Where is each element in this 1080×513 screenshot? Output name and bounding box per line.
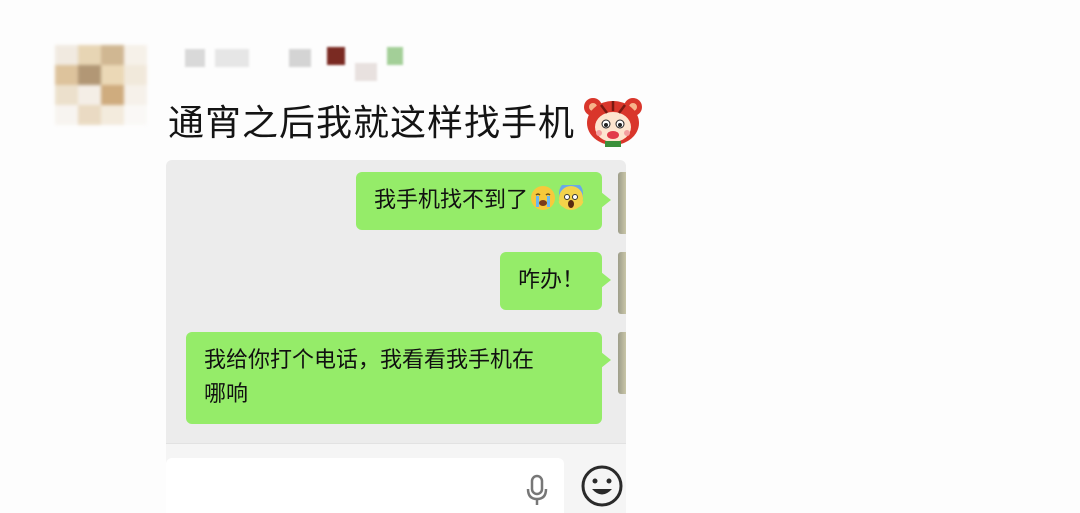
screaming-face-icon bbox=[558, 181, 584, 211]
message-bubble[interactable]: 我手机找不到了 bbox=[355, 172, 612, 230]
microphone-icon[interactable] bbox=[524, 474, 550, 508]
chat-input-bar bbox=[166, 443, 626, 513]
chat-screenshot: 我手机找不到了 咋办！ 我给你打个电话，我看看我手机在 哪响 bbox=[166, 160, 626, 513]
username-mosaic bbox=[185, 45, 435, 81]
message-bubble[interactable]: 咋办！ bbox=[499, 252, 612, 310]
avatar-edge bbox=[618, 252, 626, 314]
smiley-face-icon[interactable] bbox=[580, 464, 624, 508]
message-bubble[interactable]: 我给你打个电话，我看看我手机在 哪响 bbox=[186, 332, 611, 424]
post-text: 通宵之后我就这样找手机 bbox=[168, 103, 576, 144]
message-text: 我手机找不到了 bbox=[373, 188, 528, 213]
message-text-line: 我给你打个电话，我看看我手机在 bbox=[204, 348, 535, 373]
message-text: 咋办！ bbox=[517, 268, 584, 293]
avatar-edge bbox=[618, 332, 626, 394]
message-input[interactable] bbox=[166, 458, 564, 513]
post-container: 通宵之后我就这样找手机 我手机找不到了 咋办！ 我给你打个电话，我看看我手机在 … bbox=[0, 0, 1080, 513]
post-caption: 通宵之后我就这样找手机 bbox=[168, 93, 645, 147]
message-text-line: 哪响 bbox=[204, 382, 249, 407]
avatar-edge bbox=[618, 172, 626, 234]
avatar[interactable] bbox=[55, 45, 147, 125]
crying-face-icon bbox=[530, 185, 556, 211]
tiger-face-icon bbox=[581, 93, 645, 147]
